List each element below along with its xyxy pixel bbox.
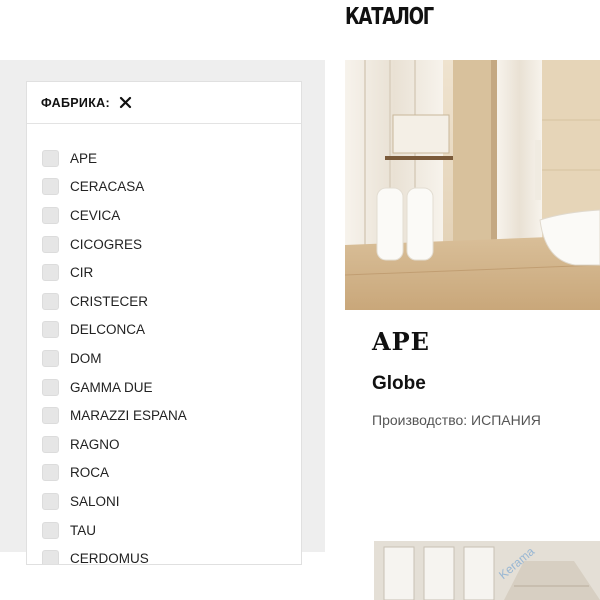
brand-checkbox[interactable]	[42, 521, 59, 539]
brand-checkbox[interactable]	[42, 492, 59, 510]
brand-option[interactable]: SALONI	[42, 487, 187, 516]
brand-checkbox[interactable]	[42, 464, 59, 482]
brand-checkbox[interactable]	[42, 206, 59, 224]
brand-label: CRISTECER	[70, 293, 149, 309]
factory-filter-panel: ФАБРИКА: APE CERACASA CEVICA CICOGRES CIR CRI…	[26, 81, 302, 565]
brand-option[interactable]: CERDOMUS	[42, 544, 187, 565]
brand-checkbox[interactable]	[42, 178, 59, 196]
page-title: КАТАЛОГ	[345, 4, 434, 30]
brand-checkbox[interactable]	[42, 550, 59, 564]
brand-option[interactable]: TAU	[42, 516, 187, 545]
product-collection-link[interactable]: Globe	[372, 373, 426, 395]
brand-checkbox[interactable]	[42, 349, 59, 367]
brand-option[interactable]: MARAZZI ESPANA	[42, 401, 187, 430]
brand-label: DOM	[70, 350, 102, 366]
brand-label: CERDOMUS	[70, 551, 149, 565]
product-origin: Производство: ИСПАНИЯ	[372, 412, 541, 428]
brand-label: CERACASA	[70, 179, 145, 195]
brand-option[interactable]: CRISTECER	[42, 287, 187, 316]
brand-label: TAU	[70, 522, 96, 538]
brand-checkbox[interactable]	[42, 407, 59, 425]
filter-title: ФАБРИКА:	[41, 95, 110, 110]
brand-checkbox[interactable]	[42, 149, 59, 167]
product-image[interactable]	[345, 60, 600, 310]
filter-header: ФАБРИКА:	[27, 82, 301, 124]
brand-label: MARAZZI ESPANA	[70, 408, 187, 424]
brand-checkbox[interactable]	[42, 235, 59, 253]
brand-option[interactable]: RAGNO	[42, 430, 187, 459]
brand-label: SALONI	[70, 493, 120, 509]
brand-label: CICOGRES	[70, 236, 143, 252]
brand-list: APE CERACASA CEVICA CICOGRES CIR CRISTECER DEL…	[42, 144, 187, 565]
brand-option[interactable]: APE	[42, 144, 187, 173]
brand-checkbox[interactable]	[42, 292, 59, 310]
brand-option[interactable]: CICOGRES	[42, 230, 187, 259]
brand-option[interactable]: CEVICA	[42, 201, 187, 230]
close-icon[interactable]	[119, 96, 132, 109]
brand-checkbox[interactable]	[42, 321, 59, 339]
brand-option[interactable]: ROCA	[42, 459, 187, 488]
brand-label: APE	[70, 150, 98, 166]
brand-option[interactable]: GAMMA DUE	[42, 373, 187, 402]
brand-checkbox[interactable]	[42, 435, 59, 453]
brand-option[interactable]: CERACASA	[42, 173, 187, 202]
brand-checkbox[interactable]	[42, 378, 59, 396]
brand-label: CEVICA	[70, 207, 121, 223]
product-brand: APE	[372, 327, 430, 356]
product-image-secondary[interactable]	[374, 541, 600, 600]
brand-label: RAGNO	[70, 436, 120, 452]
brand-option[interactable]: DOM	[42, 344, 187, 373]
brand-option[interactable]: DELCONCA	[42, 316, 187, 345]
brand-label: DELCONCA	[70, 322, 146, 338]
brand-label: GAMMA DUE	[70, 379, 153, 395]
brand-option[interactable]: CIR	[42, 258, 187, 287]
brand-checkbox[interactable]	[42, 264, 59, 282]
brand-label: ROCA	[70, 465, 110, 481]
brand-label: CIR	[70, 265, 94, 281]
